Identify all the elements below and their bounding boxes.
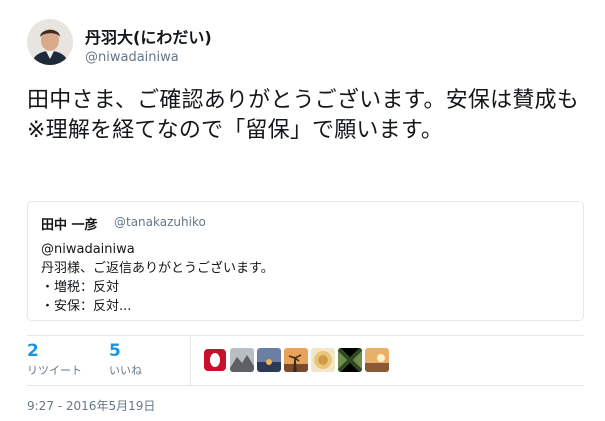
author-display-name[interactable]: 丹羽大(にわだい) — [85, 24, 212, 48]
profile-photo-icon — [27, 19, 73, 65]
quoted-tweet-text: @niwadainiwa 丹羽様、ご返信ありがとうございます。 ・増税：反対 ・… — [41, 240, 274, 316]
retweet-count: 2 — [27, 341, 39, 361]
tweet-text: 田中さま、ご確認ありがとうございます。安保は賛成も※理解を経てなので「留保」で願… — [27, 88, 579, 143]
likes-count: 5 — [109, 341, 121, 361]
retweet-label: リツイート — [27, 364, 82, 377]
liker-avatars — [203, 348, 389, 372]
quoted-author-handle: @tanakazuhiko — [114, 215, 206, 229]
quoted-line: @niwadainiwa — [41, 242, 135, 257]
stats-vertical-divider — [190, 335, 191, 385]
mountain-photo-avatar-icon[interactable] — [230, 348, 254, 372]
author-avatar[interactable] — [27, 19, 73, 65]
quoted-line: ・安保：反対... — [41, 299, 132, 314]
red-emblem-avatar-icon[interactable] — [203, 348, 227, 372]
likes-label: いいね — [109, 364, 142, 377]
green-pattern-avatar-icon[interactable] — [338, 348, 362, 372]
quoted-line: 丹羽様、ご返信ありがとうございます。 — [41, 261, 274, 276]
food-avatar-icon[interactable] — [311, 348, 335, 372]
retweet-stat[interactable]: 2 リツイート — [27, 341, 82, 378]
stats-divider-bottom — [27, 385, 584, 386]
author-handle[interactable]: @niwadainiwa — [85, 50, 179, 65]
sunset-palm-avatar-icon[interactable] — [284, 348, 308, 372]
sunset-sea-avatar-icon[interactable] — [257, 348, 281, 372]
quoted-tweet-card[interactable]: 田中 一彦 @tanakazuhiko @niwadainiwa 丹羽様、ご返信… — [27, 201, 584, 321]
quoted-line: ・増税：反対 — [41, 280, 120, 295]
orange-sky-avatar-icon[interactable] — [365, 348, 389, 372]
stats-divider-top — [27, 335, 584, 336]
quoted-author-name: 田中 一彦 — [41, 218, 98, 233]
likes-stat[interactable]: 5 いいね — [109, 341, 142, 378]
tweet-timestamp[interactable]: 9:27 - 2016年5月19日 — [27, 397, 155, 414]
